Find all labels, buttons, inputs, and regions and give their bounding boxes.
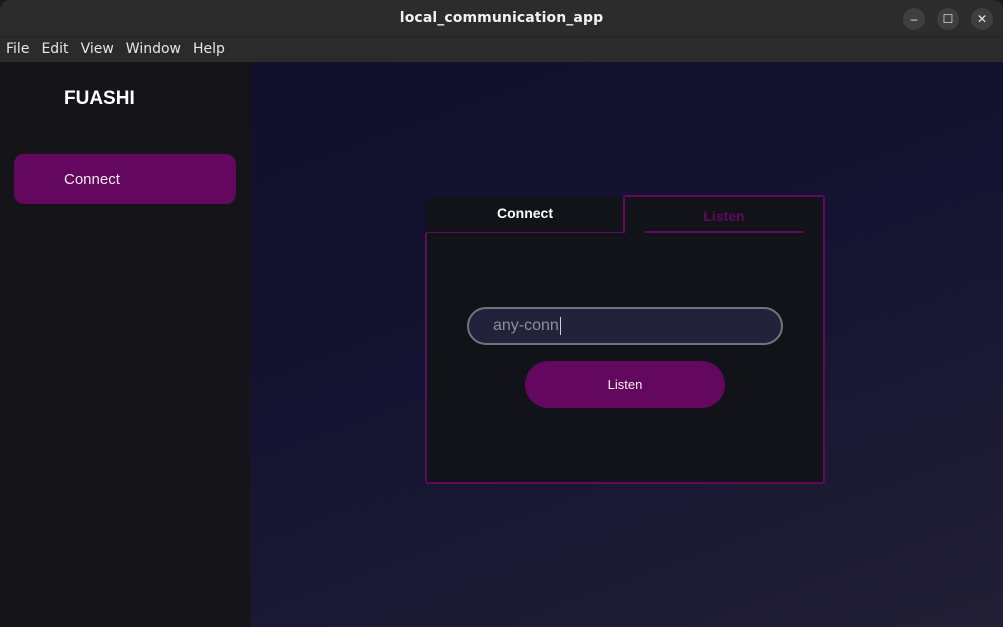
maximize-button[interactable]: ☐ — [937, 8, 959, 30]
close-icon: ✕ — [976, 12, 988, 26]
menu-help[interactable]: Help — [187, 37, 231, 62]
sidebar-item-label: Connect — [64, 170, 120, 188]
close-button[interactable]: ✕ — [971, 8, 993, 30]
window-title: local_communication_app — [399, 10, 604, 26]
title-bar[interactable]: local_communication_app – ☐ ✕ — [0, 0, 1003, 37]
menu-file[interactable]: File — [0, 37, 35, 62]
menu-bar: File Edit View Window Help — [0, 37, 1003, 62]
maximize-icon: ☐ — [942, 12, 954, 26]
listen-panel — [425, 233, 825, 484]
tab-listen[interactable]: Listen — [623, 195, 825, 235]
minimize-icon: – — [910, 12, 918, 26]
listen-button-label: Listen — [607, 377, 643, 392]
app-window: local_communication_app – ☐ ✕ File Edit … — [0, 0, 1003, 627]
sidebar-item-connect[interactable]: Connect — [14, 154, 236, 204]
text-caret — [559, 317, 561, 335]
sidebar: FUASHI Connect — [0, 62, 250, 627]
menu-view[interactable]: View — [75, 37, 120, 62]
listen-button[interactable]: Listen — [525, 361, 725, 408]
menu-window[interactable]: Window — [120, 37, 187, 62]
connection-name-input[interactable]: any-conn — [467, 307, 783, 345]
brand-title: FUASHI — [64, 88, 135, 109]
main-content: Connect Listen any-conn Listen — [250, 62, 1003, 627]
input-value: any-conn — [493, 317, 559, 334]
menu-edit[interactable]: Edit — [35, 37, 74, 62]
minimize-button[interactable]: – — [903, 8, 925, 30]
tab-connect[interactable]: Connect — [426, 197, 624, 233]
